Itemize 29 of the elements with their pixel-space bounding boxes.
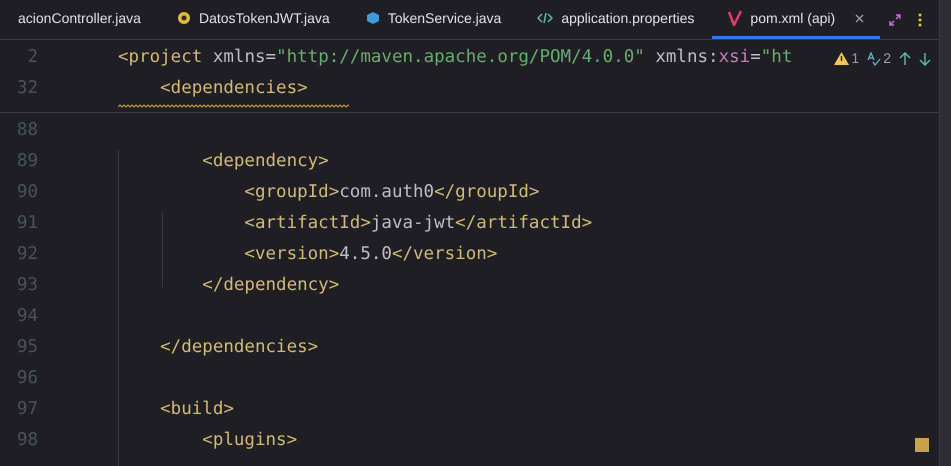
expand-icon[interactable] [888,12,902,26]
more-icon[interactable] [918,12,922,26]
code-line: <groupId>com.auth0</groupId> [243,181,540,204]
arrow-up-icon[interactable] [899,52,911,66]
editor-tab[interactable]: TokenService.java [348,0,520,39]
typo-count[interactable]: 2 [867,48,891,69]
editor-tab[interactable]: acionController.java [0,0,159,39]
scrollbar-marker [915,438,929,452]
code-line: <project xmlns="http://maven.apache.org/POM/4.0.0" xmlns:xsi="ht [118,46,792,70]
record-icon [176,11,191,25]
editor-tab[interactable]: application.properties [519,0,712,39]
code-line: <artifactId>java-jwt</artifactId> [243,212,592,236]
v-logo-icon [728,10,742,26]
code-line: <dependencies> [159,77,308,100]
code-line: <version>4.5.0</version> [243,243,498,266]
editor-tab[interactable]: DatosTokenJWT.java [158,0,348,39]
code-line: <plugins> [201,429,298,452]
code-line: <build> [159,398,234,422]
code-line: </dependency> [201,274,340,298]
warning-count[interactable]: 1 [834,48,860,69]
editor-tab[interactable]: pom.xml (api) [712,0,880,39]
code-icon [537,12,554,24]
hexagon-icon [366,11,380,25]
code-line: </dependencies> [159,336,318,360]
spellcheck-icon [867,52,882,66]
arrow-down-icon[interactable] [919,52,931,66]
close-icon[interactable] [855,14,864,22]
warning-icon [834,52,850,65]
code-line: <dependency> [201,150,329,174]
